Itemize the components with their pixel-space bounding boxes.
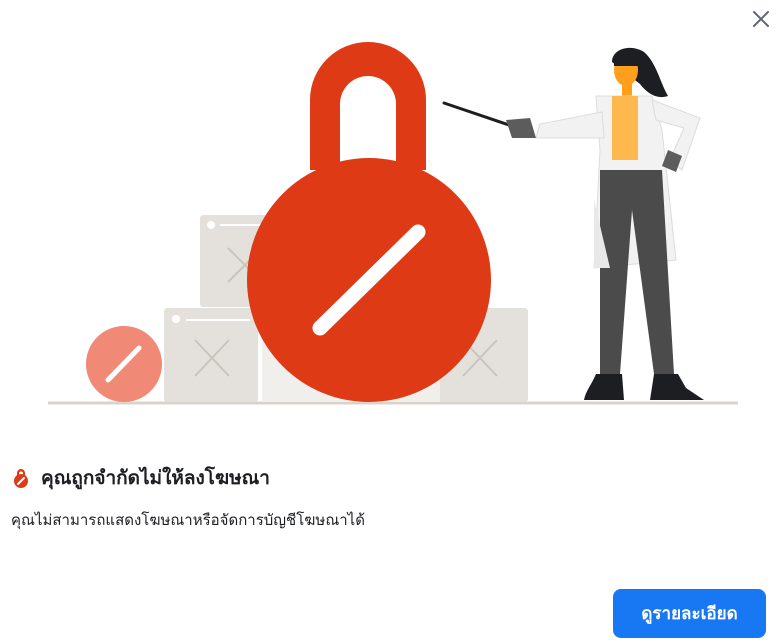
presenter-figure	[506, 47, 704, 400]
dialog-title: คุณถูกจำกัดไม่ให้ลงโฆษณา	[41, 468, 270, 489]
dialog-description: คุณไม่สามารถแสดงโฆษณาหรือจัดการบัญชีโฆษณ…	[11, 512, 365, 529]
restricted-illustration	[48, 42, 738, 405]
big-lock-icon	[247, 42, 491, 402]
restricted-lock-icon	[14, 469, 28, 488]
see-details-button[interactable]: ดูรายละเอียด	[613, 589, 766, 638]
small-lock-icon	[86, 326, 162, 402]
title-row: คุณถูกจำกัดไม่ให้ลงโฆษณา	[11, 463, 270, 493]
restriction-dialog: คุณถูกจำกัดไม่ให้ลงโฆษณา คุณไม่สามารถแสด…	[0, 0, 778, 644]
blocked-box-front-left	[164, 308, 258, 402]
pointer-stick	[442, 101, 514, 128]
